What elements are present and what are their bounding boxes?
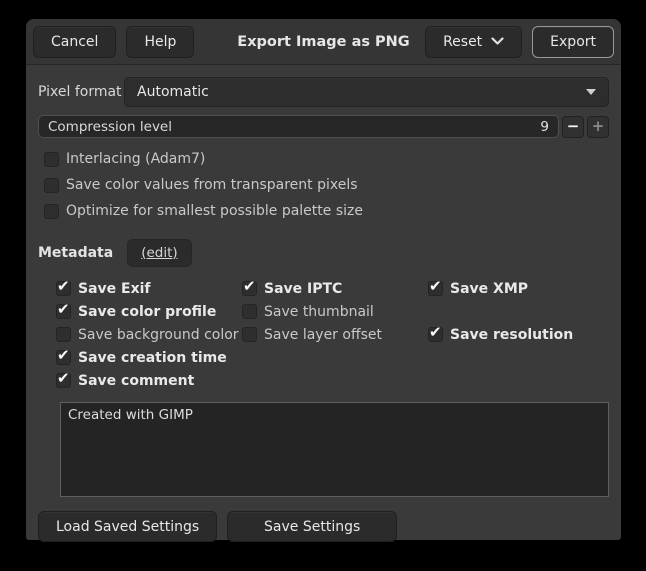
checkbox-label: Save creation time xyxy=(78,350,227,366)
checkbox-label: Save layer offset xyxy=(264,327,382,343)
pixel-format-label: Pixel format xyxy=(38,84,124,100)
reset-button-label: Reset xyxy=(443,34,482,50)
checkbox-label: Save color values from transparent pixel… xyxy=(66,177,358,193)
checkbox-optimize-palette[interactable]: Optimize for smallest possible palette s… xyxy=(44,202,609,220)
metadata-edit-button[interactable]: (edit) xyxy=(127,239,191,267)
checkbox-label: Save XMP xyxy=(450,281,528,297)
checkbox-save-color-profile[interactable]: Save color profile xyxy=(56,303,242,321)
checkbox-label: Save background color xyxy=(78,327,239,343)
checkbox[interactable] xyxy=(44,178,59,193)
compression-decrease-button[interactable]: − xyxy=(562,116,584,138)
png-options-list: Interlacing (Adam7) Save color values fr… xyxy=(44,150,609,228)
checkbox[interactable] xyxy=(56,327,71,342)
checkbox-save-layer-offset[interactable]: Save layer offset xyxy=(242,326,428,344)
export-png-dialog: Cancel Help Export Image as PNG Reset Ex… xyxy=(26,19,621,540)
checkbox-label: Save comment xyxy=(78,373,194,389)
checkbox-save-thumbnail[interactable]: Save thumbnail xyxy=(242,303,428,321)
checkbox-save-iptc[interactable]: Save IPTC xyxy=(242,280,428,298)
metadata-row: Metadata (edit) xyxy=(38,238,609,267)
checkbox-save-transparent-pixels[interactable]: Save color values from transparent pixel… xyxy=(44,176,609,194)
checkbox[interactable] xyxy=(56,304,71,319)
checkbox-label: Save thumbnail xyxy=(264,304,374,320)
checkbox-interlacing[interactable]: Interlacing (Adam7) xyxy=(44,150,609,168)
checkbox[interactable] xyxy=(56,373,71,388)
checkbox-save-comment[interactable]: Save comment xyxy=(56,372,242,390)
checkbox-save-exif[interactable]: Save Exif xyxy=(56,280,242,298)
checkbox-label: Interlacing (Adam7) xyxy=(66,151,205,167)
checkbox-save-creation-time[interactable]: Save creation time xyxy=(56,349,242,367)
checkbox[interactable] xyxy=(242,304,257,319)
load-saved-settings-button[interactable]: Load Saved Settings xyxy=(38,511,217,542)
checkbox-label: Save resolution xyxy=(450,327,573,343)
pixel-format-row: Pixel format Automatic xyxy=(38,77,609,107)
export-button[interactable]: Export xyxy=(532,26,614,58)
comment-input[interactable]: Created with GIMP xyxy=(60,402,609,497)
plus-icon: + xyxy=(592,119,605,134)
pixel-format-dropdown[interactable]: Automatic xyxy=(124,77,609,107)
dialog-header: Cancel Help Export Image as PNG Reset Ex… xyxy=(26,19,621,65)
checkbox[interactable] xyxy=(242,281,257,296)
checkbox-save-background-color[interactable]: Save background color xyxy=(56,326,242,344)
checkbox-label: Save Exif xyxy=(78,281,151,297)
dialog-footer: Load Saved Settings Save Settings xyxy=(38,511,609,542)
checkbox[interactable] xyxy=(428,281,443,296)
compression-row: Compression level 9 − + xyxy=(38,115,609,138)
checkbox-label: Save IPTC xyxy=(264,281,342,297)
checkbox-save-xmp[interactable]: Save XMP xyxy=(428,280,609,298)
compression-level-label: Compression level xyxy=(48,119,172,135)
compression-increase-button[interactable]: + xyxy=(587,116,609,138)
pixel-format-value: Automatic xyxy=(137,84,209,100)
checkbox-label: Save color profile xyxy=(78,304,216,320)
minus-icon: − xyxy=(567,119,580,134)
checkbox[interactable] xyxy=(44,204,59,219)
checkbox[interactable] xyxy=(242,327,257,342)
help-button[interactable]: Help xyxy=(126,26,194,58)
chevron-down-icon xyxy=(491,34,504,50)
checkbox-save-resolution[interactable]: Save resolution xyxy=(428,326,609,344)
compression-level-slider[interactable]: Compression level 9 xyxy=(38,115,559,138)
checkbox-label: Optimize for smallest possible palette s… xyxy=(66,203,363,219)
compression-level-value: 9 xyxy=(540,119,549,135)
checkbox[interactable] xyxy=(56,350,71,365)
metadata-label: Metadata xyxy=(38,245,113,261)
checkbox[interactable] xyxy=(56,281,71,296)
dialog-body: Pixel format Automatic Compression level… xyxy=(26,65,621,554)
metadata-checkbox-grid: Save Exif Save IPTC Save XMP Save color … xyxy=(56,277,609,392)
save-settings-button[interactable]: Save Settings xyxy=(227,511,397,542)
reset-button[interactable]: Reset xyxy=(425,26,522,58)
checkbox[interactable] xyxy=(428,327,443,342)
cancel-button[interactable]: Cancel xyxy=(33,26,116,58)
checkbox[interactable] xyxy=(44,152,59,167)
dropdown-arrow-icon xyxy=(586,89,596,95)
dialog-title: Export Image as PNG xyxy=(237,34,409,50)
